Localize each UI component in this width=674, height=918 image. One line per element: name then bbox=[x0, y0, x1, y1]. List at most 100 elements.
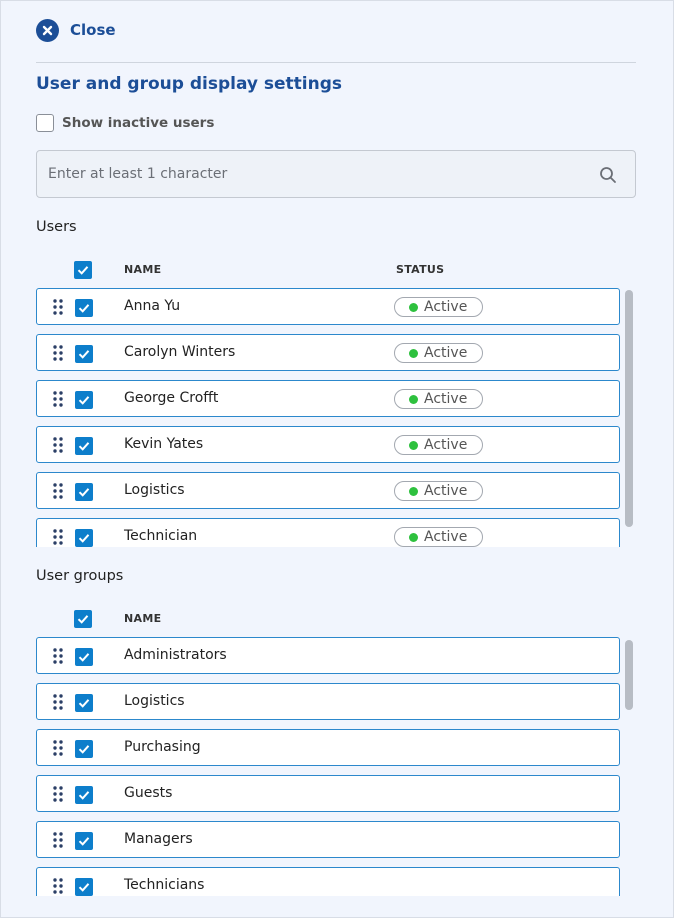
checkbox-checked-icon bbox=[78, 534, 90, 543]
user-name: Logistics bbox=[124, 482, 185, 498]
status-text: Active bbox=[424, 483, 468, 499]
user-row[interactable]: Logistics Active bbox=[36, 472, 620, 509]
status-dot-icon bbox=[409, 532, 418, 542]
checkbox-checked-icon bbox=[78, 350, 90, 359]
groups-name-column-header[interactable]: NAME bbox=[124, 612, 161, 625]
user-name: Anna Yu bbox=[124, 298, 181, 314]
user-checkbox[interactable] bbox=[75, 391, 93, 409]
checkbox-checked-icon bbox=[78, 442, 90, 451]
group-name: Managers bbox=[124, 831, 193, 847]
status-badge: Active bbox=[394, 297, 483, 317]
status-text: Active bbox=[424, 437, 468, 453]
user-name: Kevin Yates bbox=[124, 436, 204, 452]
user-groups-section-title: User groups bbox=[36, 568, 124, 584]
users-list[interactable]: Anna Yu Active Carolyn Winters Active Ge… bbox=[36, 288, 636, 547]
group-row[interactable]: Technicians bbox=[36, 867, 620, 896]
group-name: Technicians bbox=[124, 877, 205, 893]
user-name: George Crofft bbox=[124, 390, 219, 406]
checkbox-checked-icon bbox=[78, 653, 90, 662]
status-badge: Active bbox=[394, 389, 483, 409]
group-name: Administrators bbox=[124, 647, 227, 663]
user-checkbox[interactable] bbox=[75, 437, 93, 455]
checkbox-checked-icon bbox=[78, 488, 90, 497]
checkbox-checked-icon bbox=[78, 791, 90, 800]
group-name: Purchasing bbox=[124, 739, 201, 755]
status-badge: Active bbox=[394, 481, 483, 501]
user-name: Technician bbox=[124, 528, 198, 544]
group-name: Logistics bbox=[124, 693, 185, 709]
users-scrollbar[interactable] bbox=[625, 290, 633, 527]
checkbox-checked-icon bbox=[78, 883, 90, 892]
drag-handle-icon[interactable] bbox=[53, 648, 63, 664]
show-inactive-users-option[interactable]: Show inactive users bbox=[36, 114, 214, 132]
group-row[interactable]: Logistics bbox=[36, 683, 620, 720]
group-row[interactable]: Managers bbox=[36, 821, 620, 858]
checkbox-checked-icon bbox=[78, 699, 90, 708]
close-label[interactable]: Close bbox=[70, 21, 116, 39]
show-inactive-label[interactable]: Show inactive users bbox=[62, 115, 214, 131]
group-row[interactable]: Guests bbox=[36, 775, 620, 812]
user-row[interactable]: Anna Yu Active bbox=[36, 288, 620, 325]
status-dot-icon bbox=[409, 394, 418, 404]
user-groups-list[interactable]: Administrators Logistics Purchasing Gues… bbox=[36, 637, 636, 896]
show-inactive-checkbox[interactable] bbox=[36, 114, 54, 132]
users-name-column-header[interactable]: NAME bbox=[124, 263, 161, 276]
group-row[interactable]: Administrators bbox=[36, 637, 620, 674]
select-all-users-checkbox[interactable] bbox=[74, 261, 92, 279]
group-checkbox[interactable] bbox=[75, 740, 93, 758]
user-row[interactable]: Kevin Yates Active bbox=[36, 426, 620, 463]
status-dot-icon bbox=[409, 440, 418, 450]
group-row[interactable]: Purchasing bbox=[36, 729, 620, 766]
group-checkbox[interactable] bbox=[75, 832, 93, 850]
divider bbox=[36, 62, 636, 63]
user-row[interactable]: George Crofft Active bbox=[36, 380, 620, 417]
drag-handle-icon[interactable] bbox=[53, 694, 63, 710]
user-row[interactable]: Technician Active bbox=[36, 518, 620, 547]
close-icon[interactable] bbox=[36, 18, 59, 42]
user-checkbox[interactable] bbox=[75, 299, 93, 317]
user-checkbox[interactable] bbox=[75, 483, 93, 501]
users-section-title: Users bbox=[36, 219, 77, 235]
drag-handle-icon[interactable] bbox=[53, 878, 63, 894]
checkbox-checked-icon bbox=[78, 304, 90, 313]
user-row[interactable]: Carolyn Winters Active bbox=[36, 334, 620, 371]
drag-handle-icon[interactable] bbox=[53, 832, 63, 848]
users-status-column-header[interactable]: STATUS bbox=[396, 263, 444, 276]
checkbox-checked-icon bbox=[78, 745, 90, 754]
group-checkbox[interactable] bbox=[75, 878, 93, 896]
group-checkbox[interactable] bbox=[75, 694, 93, 712]
drag-handle-icon[interactable] bbox=[53, 483, 63, 499]
status-text: Active bbox=[424, 299, 468, 315]
search-box bbox=[36, 150, 636, 198]
status-badge: Active bbox=[394, 435, 483, 455]
checkbox-checked-icon bbox=[78, 837, 90, 846]
group-checkbox[interactable] bbox=[75, 648, 93, 666]
drag-handle-icon[interactable] bbox=[53, 345, 63, 361]
drag-handle-icon[interactable] bbox=[53, 786, 63, 802]
user-checkbox[interactable] bbox=[75, 529, 93, 547]
checkbox-checked-icon bbox=[77, 266, 89, 275]
select-all-groups-checkbox[interactable] bbox=[74, 610, 92, 628]
status-text: Active bbox=[424, 345, 468, 361]
checkbox-checked-icon bbox=[78, 396, 90, 405]
status-text: Active bbox=[424, 529, 468, 545]
user-checkbox[interactable] bbox=[75, 345, 93, 363]
checkbox-checked-icon bbox=[77, 615, 89, 624]
close-button[interactable]: Close bbox=[36, 18, 116, 42]
group-checkbox[interactable] bbox=[75, 786, 93, 804]
status-text: Active bbox=[424, 391, 468, 407]
user-groups-scrollbar[interactable] bbox=[625, 640, 633, 710]
drag-handle-icon[interactable] bbox=[53, 437, 63, 453]
group-name: Guests bbox=[124, 785, 173, 801]
status-badge: Active bbox=[394, 527, 483, 547]
status-dot-icon bbox=[409, 486, 418, 496]
search-input[interactable] bbox=[48, 151, 588, 197]
status-dot-icon bbox=[409, 348, 418, 358]
drag-handle-icon[interactable] bbox=[53, 740, 63, 756]
drag-handle-icon[interactable] bbox=[53, 391, 63, 407]
user-name: Carolyn Winters bbox=[124, 344, 236, 360]
drag-handle-icon[interactable] bbox=[53, 299, 63, 315]
search-icon[interactable] bbox=[599, 166, 617, 184]
status-badge: Active bbox=[394, 343, 483, 363]
drag-handle-icon[interactable] bbox=[53, 529, 63, 545]
